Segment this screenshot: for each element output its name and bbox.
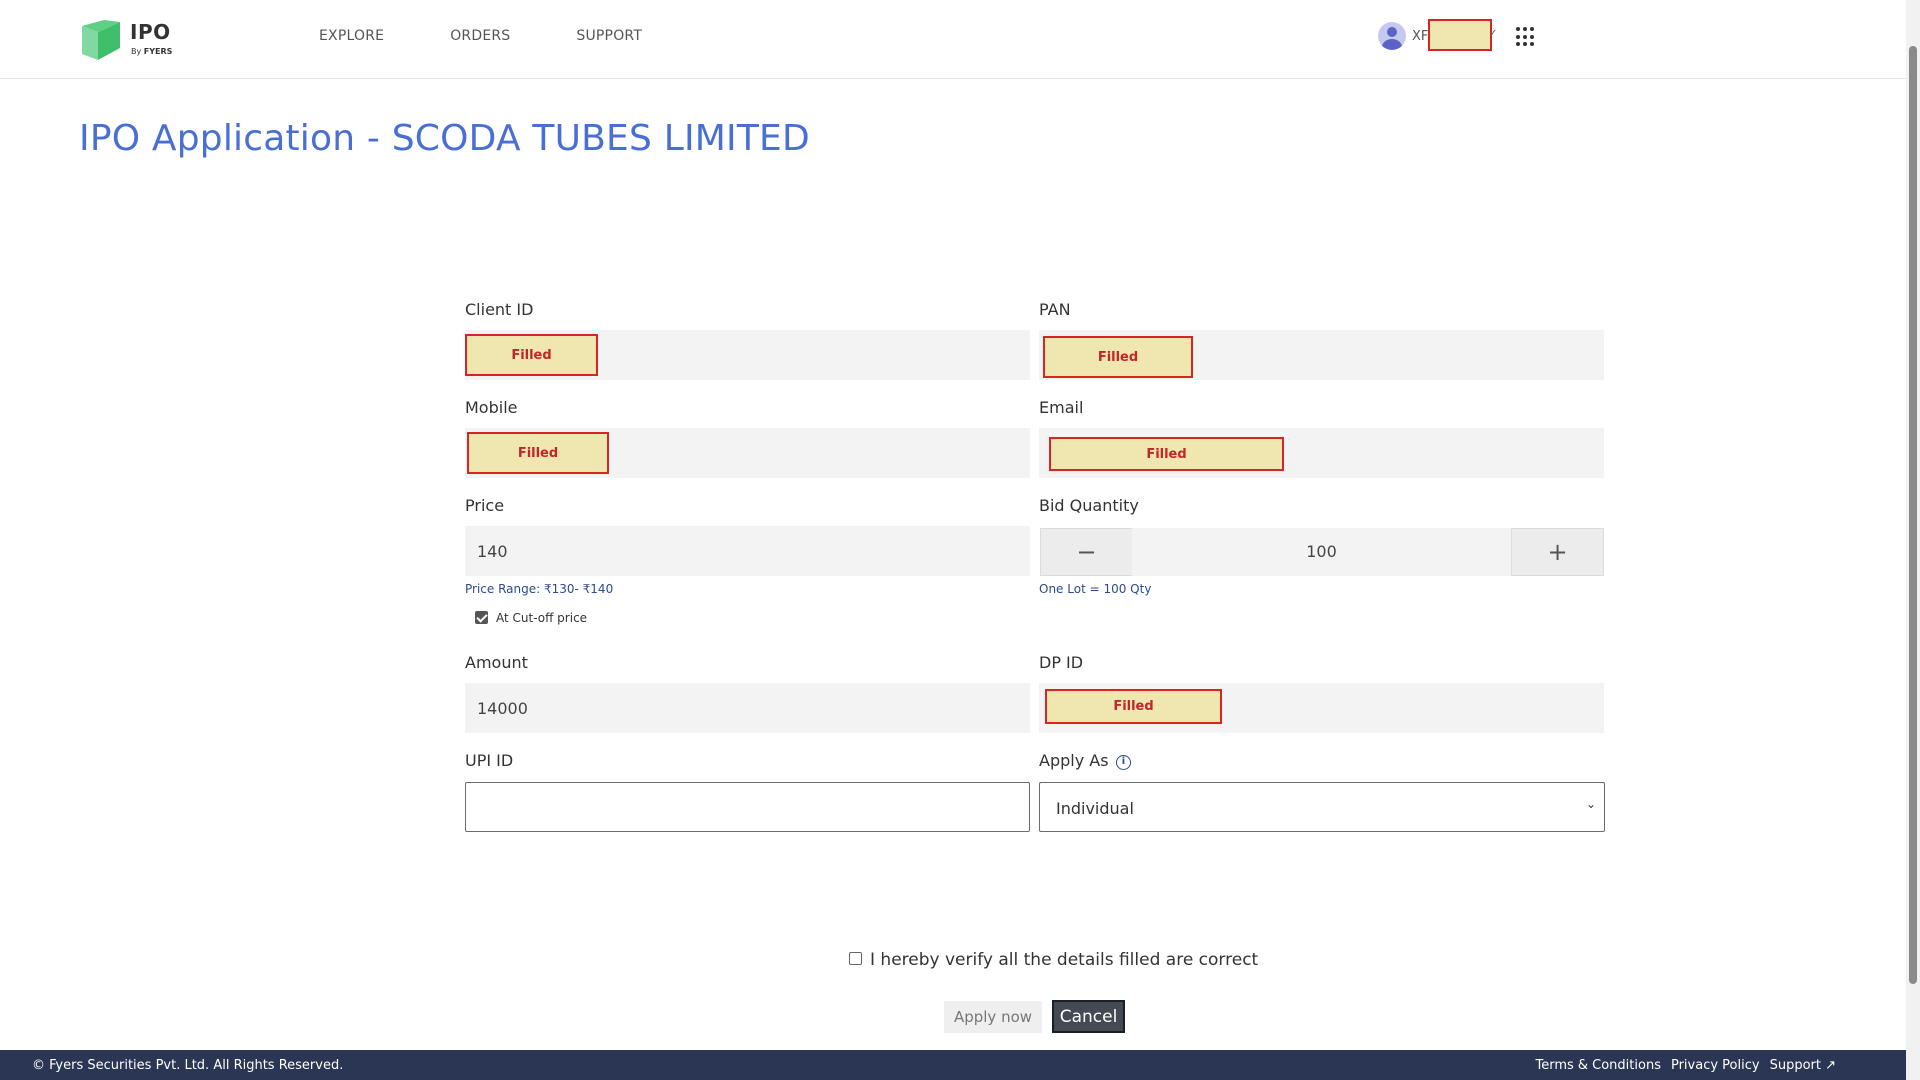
lot-size-hint: One Lot = 100 Qty bbox=[1039, 582, 1152, 596]
footer-link-privacy[interactable]: Privacy Policy bbox=[1671, 1058, 1760, 1073]
chevron-down-icon[interactable]: ✓ bbox=[1489, 28, 1497, 39]
logo-subtitle: By FYERS bbox=[131, 47, 172, 56]
scrollbar-thumb[interactable] bbox=[1909, 46, 1917, 984]
pan-label: PAN bbox=[1039, 300, 1071, 319]
bid-quantity-label: Bid Quantity bbox=[1039, 496, 1139, 515]
dp-id-redacted: Filled bbox=[1045, 689, 1222, 724]
email-label: Email bbox=[1039, 398, 1084, 417]
ipo-logo[interactable]: IPO By FYERS bbox=[80, 18, 180, 62]
email-value: Filled bbox=[1146, 446, 1187, 462]
page-scrollbar[interactable] bbox=[1906, 0, 1920, 1080]
footer-link-support[interactable]: Support ↗ bbox=[1770, 1058, 1836, 1073]
footer-links: Terms & Conditions Privacy Policy Suppor… bbox=[1535, 1058, 1836, 1073]
apps-grid-icon[interactable] bbox=[1516, 27, 1536, 47]
client-id-label: Client ID bbox=[465, 300, 534, 319]
page-title: IPO Application - SCODA TUBES LIMITED bbox=[79, 118, 810, 159]
nav-explore[interactable]: EXPLORE bbox=[319, 28, 384, 44]
logo-mark-icon bbox=[82, 20, 120, 60]
email-redacted: Filled bbox=[1049, 437, 1284, 471]
apply-as-label: Apply As bbox=[1039, 751, 1109, 770]
nav-orders[interactable]: ORDERS bbox=[450, 28, 510, 44]
upi-id-input[interactable] bbox=[465, 782, 1030, 832]
footer-link-terms[interactable]: Terms & Conditions bbox=[1535, 1058, 1661, 1073]
upi-id-label: UPI ID bbox=[465, 751, 514, 770]
logo-sub-brand: FYERS bbox=[143, 47, 173, 56]
main-nav: EXPLORE ORDERS SUPPORT bbox=[319, 28, 708, 44]
logo-sub-prefix: By bbox=[131, 47, 142, 56]
pan-redacted: Filled bbox=[1043, 336, 1193, 378]
price-field: 140 bbox=[465, 526, 1030, 576]
mobile-value: Filled bbox=[517, 445, 559, 461]
verify-checkbox[interactable] bbox=[849, 952, 862, 965]
verify-label: I hereby verify all the details filled a… bbox=[870, 950, 1259, 970]
price-value: 140 bbox=[477, 542, 508, 561]
amount-value: 14000 bbox=[477, 699, 528, 718]
chevron-down-icon: ⌄ bbox=[1585, 797, 1596, 811]
footer-copyright: © Fyers Securities Pvt. Ltd. All Rights … bbox=[32, 1058, 344, 1073]
mobile-redacted: Filled bbox=[467, 432, 609, 474]
increase-quantity-button[interactable]: + bbox=[1511, 528, 1604, 576]
info-icon[interactable]: i bbox=[1116, 755, 1131, 770]
dp-id-value: Filled bbox=[1113, 699, 1154, 714]
top-header: IPO By FYERS EXPLORE ORDERS SUPPORT XF ✓ bbox=[0, 0, 1906, 79]
logo-title: IPO bbox=[130, 20, 171, 44]
user-name: XF bbox=[1412, 28, 1429, 44]
pan-value: Filled bbox=[1097, 349, 1139, 365]
apply-as-select[interactable]: Individual ⌄ bbox=[1039, 782, 1605, 832]
avatar-icon bbox=[1378, 22, 1406, 50]
price-label: Price bbox=[465, 496, 505, 515]
amount-field: 14000 bbox=[465, 683, 1030, 733]
bid-quantity-value[interactable]: 100 bbox=[1132, 528, 1511, 576]
apply-now-button[interactable]: Apply now bbox=[944, 1001, 1042, 1033]
decrease-quantity-button[interactable]: − bbox=[1040, 528, 1133, 576]
nav-support[interactable]: SUPPORT bbox=[576, 28, 642, 44]
user-menu[interactable]: XF bbox=[1378, 22, 1428, 50]
apply-as-value: Individual bbox=[1056, 799, 1134, 818]
cutoff-checkbox[interactable] bbox=[475, 611, 488, 624]
client-id-value: Filled bbox=[511, 347, 552, 363]
amount-label: Amount bbox=[465, 653, 528, 672]
footer: © Fyers Securities Pvt. Ltd. All Rights … bbox=[0, 1050, 1906, 1080]
client-id-redacted: Filled bbox=[465, 334, 598, 376]
price-range-hint: Price Range: ₹130- ₹140 bbox=[465, 582, 614, 596]
cutoff-label: At Cut-off price bbox=[496, 611, 588, 625]
mobile-label: Mobile bbox=[465, 398, 518, 417]
redacted-user-name bbox=[1428, 19, 1492, 51]
cancel-button[interactable]: Cancel bbox=[1052, 1000, 1125, 1033]
dp-id-label: DP ID bbox=[1039, 653, 1084, 672]
